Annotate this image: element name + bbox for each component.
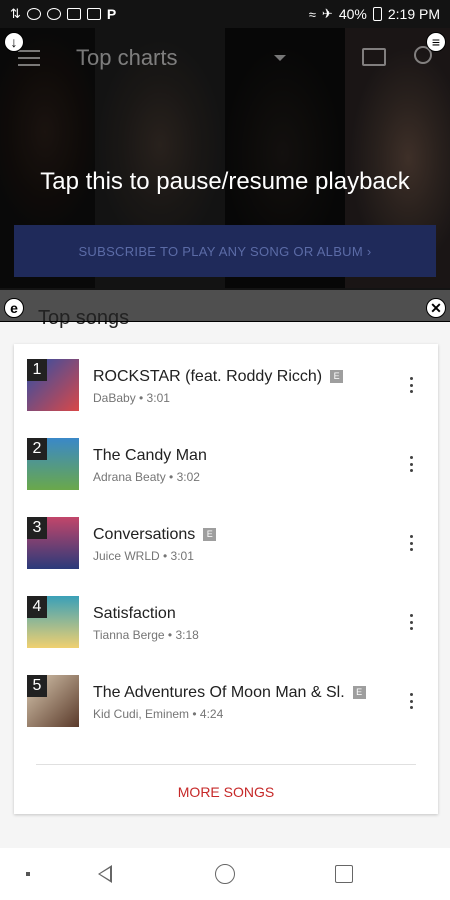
rank-badge: 2 — [27, 438, 47, 460]
close-icon[interactable]: ✕ — [426, 298, 446, 318]
data-saver-icon — [46, 8, 61, 20]
messages-icon — [66, 8, 81, 20]
explicit-badge: E — [330, 370, 344, 383]
more-vert-icon[interactable] — [410, 535, 414, 551]
overlay-divider — [0, 321, 450, 322]
explicit-badge: E — [352, 686, 366, 699]
album-art: 4 — [27, 596, 79, 648]
rank-badge: 4 — [27, 596, 47, 618]
explicit-badge: E — [203, 528, 217, 541]
section-title: Top songs — [38, 307, 130, 329]
cast-icon[interactable] — [362, 48, 386, 66]
chevron-down-icon[interactable] — [273, 55, 286, 61]
wifi-icon: ≈ — [308, 6, 316, 22]
arrows-icon: ⇅ — [10, 6, 21, 21]
song-meta: Kid Cudi, Eminem • 4:24 — [93, 707, 224, 721]
status-bar: ⇅ P ≈ ✈ 40% 2:19 PM — [0, 0, 450, 28]
song-row[interactable]: 4 Satisfaction Tianna Berge • 3:18 — [14, 581, 438, 660]
clock: 2:19 PM — [387, 6, 440, 22]
song-meta: Tianna Berge • 3:18 — [93, 628, 199, 642]
app-bar: Top charts — [0, 28, 450, 88]
album-art: 3 — [27, 517, 79, 569]
album-art: 5 — [27, 675, 79, 727]
card-divider — [36, 764, 416, 765]
rank-badge: 5 — [27, 675, 47, 697]
menu-bubble-icon[interactable]: ≡ — [426, 32, 446, 52]
rank-badge: 1 — [27, 359, 47, 381]
rank-badge: 3 — [27, 517, 47, 539]
more-vert-icon[interactable] — [410, 693, 414, 709]
e-bubble-icon[interactable]: e — [4, 298, 24, 318]
song-meta: DaBaby • 3:01 — [93, 391, 170, 405]
song-meta: Juice WRLD • 3:01 — [93, 549, 194, 563]
song-row[interactable]: 2 The Candy Man Adrana Beaty • 3:02 — [14, 423, 438, 502]
nav-dot-icon[interactable] — [26, 872, 30, 876]
top-songs-card: 1 ROCKSTAR (feat. Roddy Ricch) E DaBaby •… — [14, 344, 438, 814]
song-title: ROCKSTAR (feat. Roddy Ricch) E — [93, 368, 344, 386]
playback-hint: Tap this to pause/resume playback — [40, 168, 410, 195]
airplane-icon: ✈ — [321, 6, 333, 21]
download-icon — [86, 8, 101, 20]
more-vert-icon[interactable] — [410, 456, 414, 472]
status-icons-left: ⇅ P — [10, 6, 116, 22]
home-icon[interactable] — [215, 864, 235, 884]
song-title: The Adventures Of Moon Man & Sl. E — [93, 684, 366, 702]
more-songs-button[interactable]: MORE SONGS — [14, 784, 438, 800]
song-row[interactable]: 3 Conversations E Juice WRLD • 3:01 — [14, 502, 438, 581]
status-icons-right: ≈ ✈ 40% 2:19 PM — [309, 6, 440, 22]
album-art: 2 — [27, 438, 79, 490]
more-vert-icon[interactable] — [410, 377, 414, 393]
song-title: The Candy Man — [93, 447, 207, 464]
album-art: 1 — [27, 359, 79, 411]
page-title[interactable]: Top charts — [76, 45, 178, 71]
menu-icon[interactable] — [18, 50, 40, 66]
song-row[interactable]: 1 ROCKSTAR (feat. Roddy Ricch) E DaBaby •… — [14, 344, 438, 423]
more-vert-icon[interactable] — [410, 614, 414, 630]
song-meta: Adrana Beaty • 3:02 — [93, 470, 200, 484]
download-bubble-icon[interactable]: ↓ — [4, 32, 24, 52]
battery-percent: 40% — [338, 6, 367, 22]
recent-apps-icon[interactable] — [335, 865, 353, 883]
battery-icon — [372, 7, 382, 21]
back-icon[interactable] — [98, 865, 112, 883]
song-title: Conversations E — [93, 526, 217, 544]
song-title: Satisfaction — [93, 605, 176, 622]
bluetooth-icon — [26, 8, 41, 20]
subscribe-button[interactable]: SUBSCRIBE TO PLAY ANY SONG OR ALBUM › — [14, 225, 436, 277]
system-nav-bar — [0, 848, 450, 900]
song-row[interactable]: 5 The Adventures Of Moon Man & Sl. E Kid … — [14, 660, 438, 739]
parking-icon: P — [106, 6, 117, 22]
